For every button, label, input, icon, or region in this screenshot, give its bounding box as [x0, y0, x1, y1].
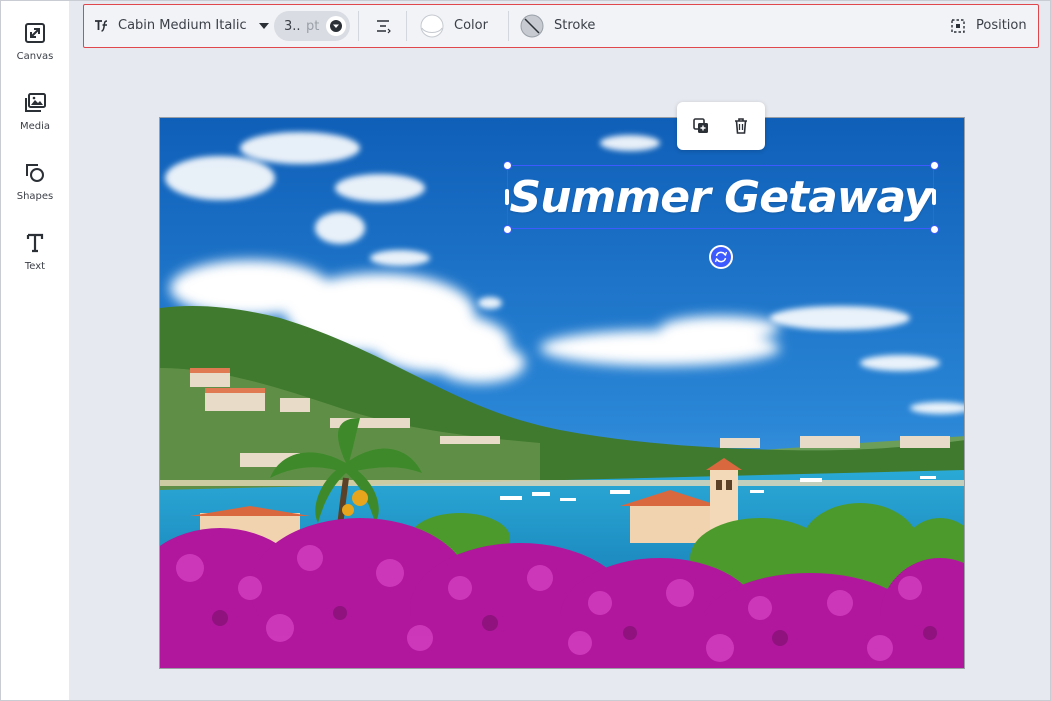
text-element[interactable]: Summer Getaway — [508, 166, 933, 228]
color-swatch-icon — [420, 14, 444, 37]
sidebar-item-media[interactable]: Media — [1, 91, 69, 151]
element-actions-popup — [677, 102, 765, 150]
text-toolbar: Cabin Medium Italic 3.. pt Color Stroke … — [83, 4, 1039, 48]
trash-icon[interactable] — [731, 116, 751, 136]
font-size-dropdown-button[interactable] — [326, 16, 346, 36]
sidebar-item-label: Text — [24, 261, 46, 272]
text-align-button[interactable] — [374, 5, 392, 46]
font-icon — [95, 19, 108, 32]
sidebar-item-label: Media — [19, 121, 51, 132]
position-icon — [951, 18, 965, 33]
sidebar-item-label: Canvas — [16, 51, 54, 62]
media-icon — [25, 93, 46, 112]
color-label: Color — [454, 18, 488, 33]
color-button[interactable]: Color — [420, 5, 488, 46]
sidebar-item-canvas[interactable]: Canvas — [1, 21, 69, 81]
position-label: Position — [976, 18, 1027, 33]
left-sidebar: Canvas Media Shapes Text — [1, 1, 69, 700]
font-family-value: Cabin Medium Italic — [118, 18, 247, 33]
text-icon — [26, 233, 44, 253]
shapes-icon — [26, 164, 44, 182]
resize-handle-bottom-right[interactable] — [930, 225, 939, 234]
resize-handle-left[interactable] — [505, 189, 509, 205]
sidebar-item-text[interactable]: Text — [1, 231, 69, 291]
font-size-value: 3.. — [284, 18, 301, 34]
font-family-dropdown[interactable]: Cabin Medium Italic — [94, 5, 269, 46]
toolbar-divider — [508, 11, 509, 41]
toolbar-divider — [358, 11, 359, 41]
stroke-button[interactable]: Stroke — [520, 5, 595, 46]
font-size-unit: pt — [306, 18, 320, 34]
text-element-selection[interactable]: Summer Getaway — [507, 165, 934, 229]
chevron-down-icon — [330, 20, 342, 32]
chevron-down-icon — [258, 22, 269, 29]
stroke-swatch-icon — [520, 14, 544, 37]
sidebar-item-label: Shapes — [16, 191, 54, 202]
toolbar-divider — [406, 11, 407, 41]
resize-handle-bottom-left[interactable] — [503, 225, 512, 234]
resize-handle-top-left[interactable] — [503, 161, 512, 170]
align-center-icon — [377, 19, 391, 33]
resize-handle-top-right[interactable] — [930, 161, 939, 170]
sidebar-item-shapes[interactable]: Shapes — [1, 161, 69, 221]
position-button[interactable]: Position — [950, 5, 1027, 46]
expand-icon — [25, 23, 45, 43]
rotate-icon — [714, 251, 728, 263]
rotate-handle[interactable] — [709, 245, 733, 269]
stroke-label: Stroke — [554, 18, 596, 33]
resize-handle-right[interactable] — [932, 189, 936, 205]
duplicate-icon[interactable] — [691, 116, 711, 136]
font-size-field[interactable]: 3.. pt — [274, 11, 350, 41]
